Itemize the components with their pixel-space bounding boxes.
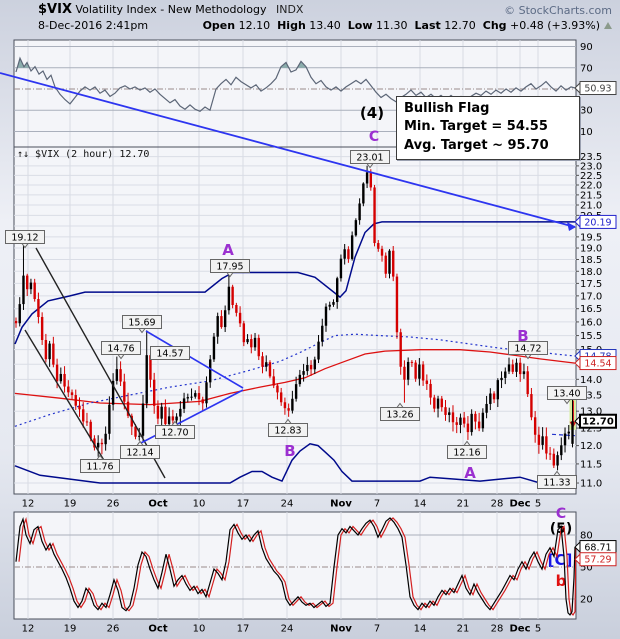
svg-text:20: 20 [580, 594, 593, 605]
svg-text:21: 21 [457, 624, 470, 635]
svg-text:Nov: Nov [330, 624, 352, 635]
svg-text:12.16: 12.16 [453, 448, 480, 459]
svg-text:11.76: 11.76 [86, 462, 113, 473]
svg-text:90: 90 [580, 42, 593, 53]
main-series-label: ↑↓ $VIX (2 hour) 12.70 [17, 149, 150, 160]
svg-text:14.57: 14.57 [156, 349, 183, 360]
svg-text:24: 24 [281, 624, 294, 635]
svg-text:70: 70 [580, 63, 593, 74]
svg-text:17: 17 [237, 499, 250, 510]
svg-text:[C]: [C] [548, 551, 573, 569]
svg-text:14.76: 14.76 [107, 344, 134, 355]
svg-text:5: 5 [535, 624, 541, 635]
svg-text:21.0: 21.0 [580, 201, 602, 212]
svg-text:19.0: 19.0 [580, 244, 602, 255]
svg-text:21: 21 [457, 499, 470, 510]
svg-text:19: 19 [64, 624, 77, 635]
svg-text:(4): (4) [360, 104, 384, 122]
svg-text:5: 5 [535, 499, 541, 510]
svg-text:Nov: Nov [330, 499, 352, 510]
svg-text:57.29: 57.29 [584, 555, 611, 566]
svg-text:7: 7 [374, 624, 380, 635]
svg-text:26: 26 [107, 624, 120, 635]
svg-text:12.83: 12.83 [274, 426, 301, 437]
svg-text:11.5: 11.5 [580, 459, 602, 470]
svg-text:B: B [517, 327, 528, 345]
svg-text:26: 26 [107, 499, 120, 510]
svg-text:19.5: 19.5 [580, 232, 602, 243]
svg-text:17.5: 17.5 [580, 279, 602, 290]
svg-text:80: 80 [580, 531, 593, 542]
svg-text:A: A [464, 464, 476, 482]
svg-text:17.95: 17.95 [216, 262, 243, 273]
svg-text:11.33: 11.33 [543, 478, 570, 489]
svg-text:17.0: 17.0 [580, 291, 602, 302]
svg-text:19: 19 [64, 499, 77, 510]
svg-text:18.0: 18.0 [580, 267, 602, 278]
svg-text:A: A [222, 241, 234, 259]
svg-text:68.71: 68.71 [584, 543, 611, 554]
svg-text:28: 28 [491, 624, 504, 635]
annotation-box: Bullish Flag Min. Target = 54.55 Avg. Ta… [396, 96, 580, 161]
svg-text:14: 14 [414, 499, 427, 510]
svg-text:15.5: 15.5 [580, 331, 602, 342]
svg-text:12.0: 12.0 [580, 441, 602, 452]
svg-text:24: 24 [281, 499, 294, 510]
svg-text:13.26: 13.26 [386, 410, 413, 421]
svg-text:14: 14 [414, 624, 427, 635]
svg-text:50.93: 50.93 [584, 84, 611, 95]
svg-text:14.54: 14.54 [584, 359, 611, 370]
vix-chart-screenshot: $VIX Volatility Index - New Methodology … [0, 0, 620, 639]
annotation-line-2: Min. Target = 54.55 [404, 119, 548, 135]
svg-text:Dec: Dec [509, 624, 530, 635]
svg-text:14.72: 14.72 [514, 344, 541, 355]
annotation-line-3: Avg. Target ~ 95.70 [404, 137, 549, 153]
svg-text:17: 17 [237, 624, 250, 635]
svg-text:19.12: 19.12 [11, 233, 38, 244]
svg-text:11.0: 11.0 [580, 479, 602, 490]
svg-text:16.0: 16.0 [580, 317, 602, 328]
svg-text:12: 12 [22, 624, 35, 635]
svg-text:18.5: 18.5 [580, 255, 602, 266]
svg-text:12: 12 [22, 499, 35, 510]
svg-text:7: 7 [374, 499, 380, 510]
svg-text:12.70: 12.70 [161, 428, 188, 439]
svg-text:Oct: Oct [148, 499, 167, 510]
svg-text:12.70: 12.70 [582, 417, 614, 428]
svg-text:10: 10 [193, 499, 206, 510]
svg-text:30: 30 [580, 106, 593, 117]
svg-text:28: 28 [491, 499, 504, 510]
svg-text:15.69: 15.69 [128, 318, 155, 329]
svg-text:10: 10 [580, 127, 593, 138]
svg-text:C: C [369, 129, 379, 145]
svg-text:Dec: Dec [509, 499, 530, 510]
svg-text:23.01: 23.01 [356, 153, 383, 164]
svg-text:B: B [284, 442, 295, 460]
svg-text:12.14: 12.14 [126, 448, 153, 459]
svg-text:10: 10 [193, 624, 206, 635]
svg-text:C: C [556, 506, 566, 522]
svg-text:Oct: Oct [148, 624, 167, 635]
svg-text:13.40: 13.40 [553, 389, 580, 400]
svg-text:14.0: 14.0 [580, 375, 602, 386]
svg-text:20.19: 20.19 [584, 217, 611, 228]
svg-text:16.5: 16.5 [580, 304, 602, 315]
annotation-line-1: Bullish Flag [404, 101, 490, 116]
